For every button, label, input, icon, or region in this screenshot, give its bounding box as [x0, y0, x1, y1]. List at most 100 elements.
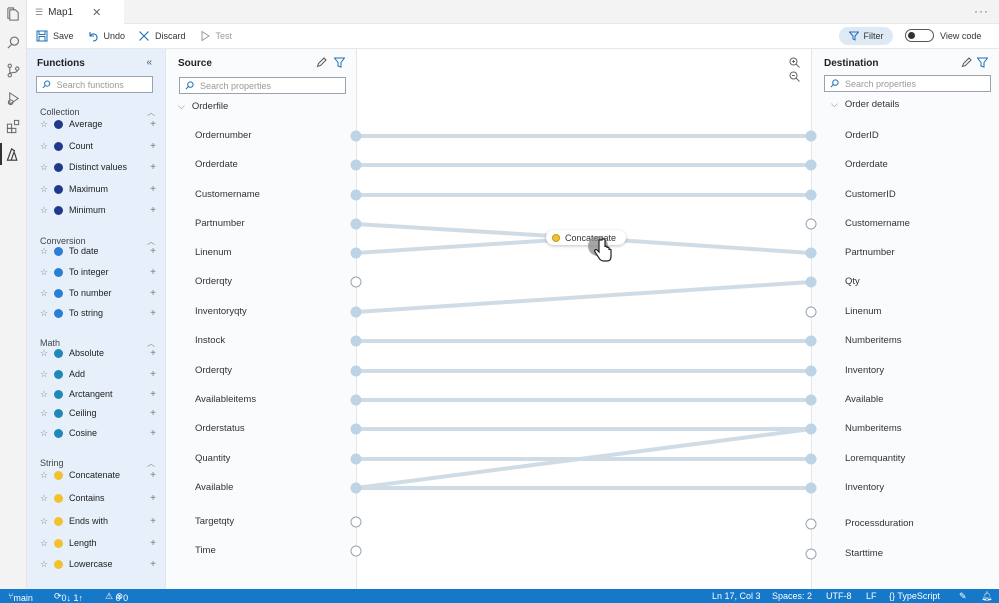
function-item-ends-with[interactable]: ☆ Ends with + [40, 514, 156, 528]
destination-field[interactable]: Inventory [845, 482, 884, 493]
destination-field[interactable]: Numberitems [845, 335, 902, 346]
add-function-icon[interactable]: + [150, 308, 156, 319]
cursor-position[interactable]: Ln 17, Col 3 [712, 591, 761, 601]
indentation[interactable]: Spaces: 2 [772, 591, 812, 601]
star-icon[interactable]: ☆ [40, 538, 54, 549]
destination-field[interactable]: Numberitems [845, 423, 902, 434]
add-function-icon[interactable]: + [150, 246, 156, 257]
destination-field[interactable]: Orderdate [845, 159, 888, 170]
destination-field[interactable]: Available [845, 394, 883, 405]
add-function-icon[interactable]: + [150, 408, 156, 419]
tab-map1[interactable]: ☰ Map1 ✕ [27, 0, 124, 24]
star-icon[interactable]: ☆ [40, 288, 54, 299]
source-field[interactable]: Targetqty [195, 516, 234, 527]
destination-field[interactable]: OrderID [845, 130, 879, 141]
discard-button[interactable]: Discard [138, 30, 186, 42]
destination-field[interactable]: Customername [845, 218, 910, 229]
function-item-length[interactable]: ☆ Length + [40, 536, 156, 550]
star-icon[interactable]: ☆ [40, 246, 54, 257]
view-code-toggle[interactable]: View code [905, 29, 981, 42]
branch-indicator[interactable]: ⑂ main [8, 591, 33, 603]
zoom-out-icon[interactable] [789, 71, 800, 82]
toggle-switch[interactable] [905, 29, 934, 42]
add-function-icon[interactable]: + [150, 470, 156, 481]
add-function-icon[interactable]: + [150, 493, 156, 504]
star-icon[interactable]: ☆ [40, 559, 54, 570]
destination-field[interactable]: Starttime [845, 548, 883, 559]
function-item-absolute[interactable]: ☆ Absolute + [40, 346, 156, 360]
azure-icon[interactable] [0, 143, 21, 165]
star-icon[interactable]: ☆ [40, 205, 54, 216]
more-actions-icon[interactable]: ··· [974, 4, 989, 18]
add-function-icon[interactable]: + [150, 348, 156, 359]
add-function-icon[interactable]: + [150, 389, 156, 400]
function-item-contains[interactable]: ☆ Contains + [40, 491, 156, 505]
source-field[interactable]: Orderdate [195, 159, 238, 170]
zoom-in-icon[interactable] [789, 57, 800, 68]
function-item-to-integer[interactable]: ☆ To integer + [40, 265, 156, 279]
mapping-canvas[interactable] [357, 49, 811, 589]
edit-icon[interactable] [961, 57, 972, 68]
source-root[interactable]: ⌵ Orderfile [178, 101, 228, 112]
add-function-icon[interactable]: + [150, 184, 156, 195]
functions-search-input[interactable] [56, 79, 152, 90]
function-item-ceiling[interactable]: ☆ Ceiling + [40, 406, 156, 420]
add-function-icon[interactable]: + [150, 119, 156, 130]
destination-field[interactable]: Inventory [845, 365, 884, 376]
source-search[interactable] [179, 77, 346, 94]
source-field[interactable]: Inventoryqty [195, 306, 247, 317]
function-item-to-date[interactable]: ☆ To date + [40, 244, 156, 258]
add-function-icon[interactable]: + [150, 267, 156, 278]
destination-search-input[interactable] [845, 78, 989, 89]
add-function-icon[interactable]: + [150, 205, 156, 216]
source-field[interactable]: Orderqty [195, 276, 232, 287]
function-item-to-number[interactable]: ☆ To number + [40, 286, 156, 300]
function-item-concatenate[interactable]: ☆ Concatenate + [40, 468, 156, 482]
bell-icon[interactable]: 🔔︎ [981, 591, 992, 602]
destination-field[interactable]: Loremquantity [845, 453, 905, 464]
star-icon[interactable]: ☆ [40, 516, 54, 527]
star-icon[interactable]: ☆ [40, 408, 54, 419]
function-item-cosine[interactable]: ☆ Cosine + [40, 426, 156, 440]
function-item-arctangent[interactable]: ☆ Arctangent + [40, 387, 156, 401]
function-item-maximum[interactable]: ☆ Maximum + [40, 182, 156, 196]
star-icon[interactable]: ☆ [40, 389, 54, 400]
close-icon[interactable]: ✕ [92, 6, 101, 19]
end-of-line[interactable]: LF [866, 591, 877, 601]
source-search-input[interactable] [200, 80, 344, 91]
encoding[interactable]: UTF-8 [826, 591, 852, 601]
undo-button[interactable]: Undo [87, 30, 125, 42]
category-collection[interactable]: Collection ︿ [40, 107, 155, 117]
add-function-icon[interactable]: + [150, 428, 156, 439]
star-icon[interactable]: ☆ [40, 493, 54, 504]
feedback-icon[interactable]: ✎ [959, 591, 967, 602]
add-function-icon[interactable]: + [150, 288, 156, 299]
destination-field[interactable]: Processduration [845, 518, 914, 529]
extensions-icon[interactable] [5, 118, 21, 134]
function-item-average[interactable]: ☆ Average + [40, 117, 156, 131]
function-item-distinct-values[interactable]: ☆ Distinct values + [40, 160, 156, 174]
source-field[interactable]: Available [195, 482, 233, 493]
star-icon[interactable]: ☆ [40, 308, 54, 319]
add-function-icon[interactable]: + [150, 559, 156, 570]
function-item-add[interactable]: ☆ Add + [40, 367, 156, 381]
test-button[interactable]: Test [199, 30, 232, 42]
destination-field[interactable]: Qty [845, 276, 860, 287]
files-icon[interactable] [5, 6, 21, 22]
filter-icon[interactable] [977, 57, 988, 68]
function-item-minimum[interactable]: ☆ Minimum + [40, 203, 156, 217]
function-item-lowercase[interactable]: ☆ Lowercase + [40, 557, 156, 571]
add-function-icon[interactable]: + [150, 538, 156, 549]
collapse-panel-icon[interactable]: « [146, 57, 152, 68]
edit-icon[interactable] [316, 57, 327, 68]
source-control-icon[interactable] [5, 62, 21, 78]
source-field[interactable]: Quantity [195, 453, 230, 464]
language-mode[interactable]: {} TypeScript [889, 591, 940, 601]
source-field[interactable]: Partnumber [195, 218, 245, 229]
filter-icon[interactable] [334, 57, 345, 68]
sync-indicator[interactable]: ⟳ 0↓ 1↑ [54, 591, 83, 603]
destination-field[interactable]: Partnumber [845, 247, 895, 258]
function-item-count[interactable]: ☆ Count + [40, 139, 156, 153]
function-item-to-string[interactable]: ☆ To string + [40, 306, 156, 320]
source-field[interactable]: Customername [195, 189, 260, 200]
